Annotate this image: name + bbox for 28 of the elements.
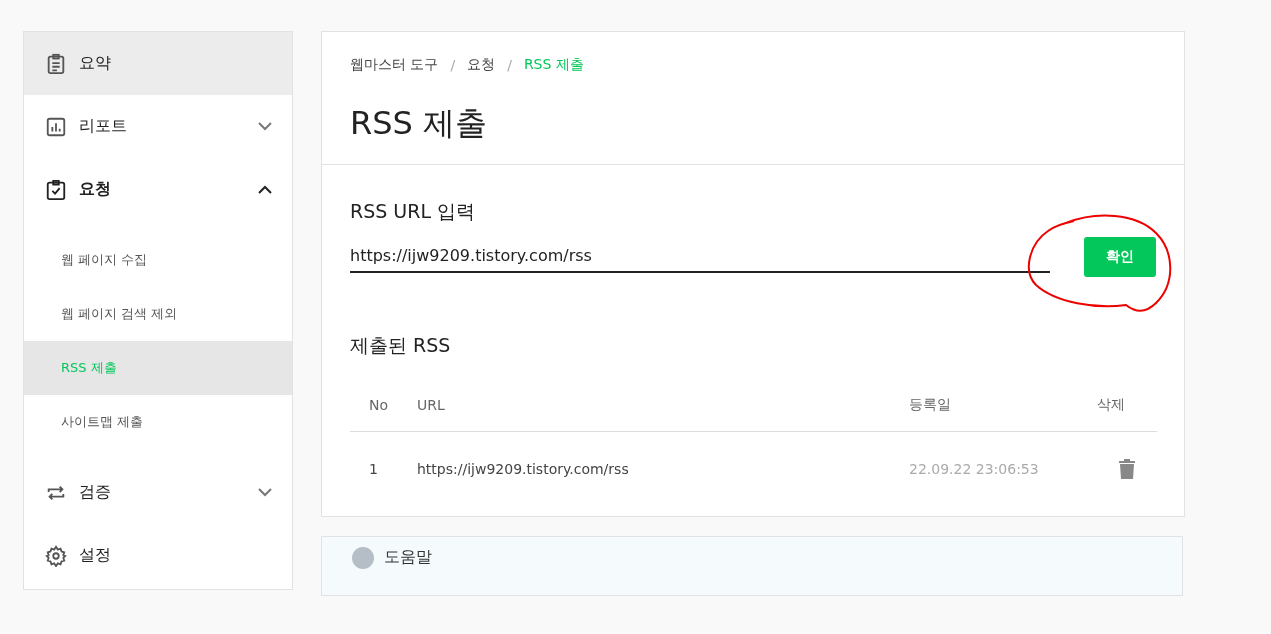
help-title: 도움말 <box>384 547 432 568</box>
sidebar-label: 리포트 <box>79 116 128 137</box>
sidebar-label: 요청 <box>79 179 112 200</box>
settings-icon <box>45 544 67 567</box>
clipboard-check-icon <box>45 178 67 201</box>
sidebar-label: 요약 <box>79 53 112 74</box>
sidebar-label: 검증 <box>79 482 112 503</box>
breadcrumb-link[interactable]: 웹마스터 도구 <box>350 56 439 74</box>
section-title: RSS URL 입력 <box>350 199 477 224</box>
delete-button[interactable] <box>1116 458 1138 480</box>
section-title: 제출된 RSS <box>350 333 452 358</box>
column-header: No <box>369 397 390 413</box>
column-header: 등록일 <box>909 396 952 414</box>
breadcrumb-link[interactable]: 요청 <box>467 56 496 74</box>
column-header: URL <box>417 397 446 413</box>
help-icon <box>352 547 374 569</box>
breadcrumb-separator: / <box>450 57 456 73</box>
table-cell-text: https://ijw9209.tistory.com/rss <box>417 461 630 477</box>
sidebar-item[interactable]: 요약 <box>24 32 292 95</box>
clipboard-icon <box>45 52 67 75</box>
bar-chart-icon <box>45 115 67 138</box>
column-header: 삭제 <box>1097 396 1126 414</box>
sidebar-label: 설정 <box>79 545 112 566</box>
table-cell-text: 1 <box>369 461 379 477</box>
table-cell-text: 22.09.22 23:06:53 <box>909 461 1040 477</box>
trash-icon <box>1118 458 1136 480</box>
breadcrumb-separator: / <box>507 57 512 73</box>
page-title: RSS 제출 <box>350 103 489 144</box>
